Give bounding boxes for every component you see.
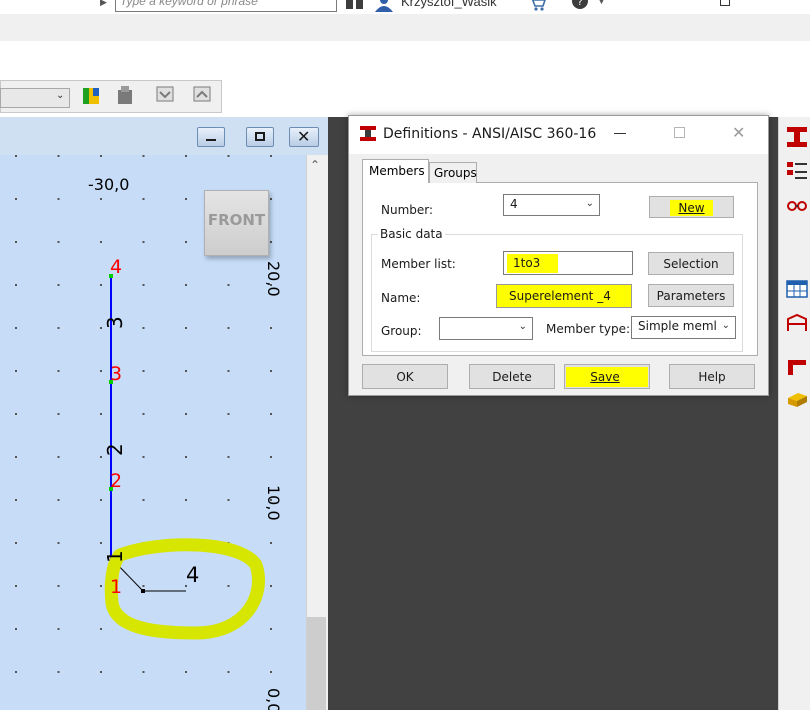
axis-label-right-top: 20,0 — [264, 261, 283, 297]
close-view-button[interactable]: ✕ — [289, 127, 319, 147]
number-label: Number: — [381, 203, 434, 217]
member-list-label: Member list: — [381, 257, 456, 271]
restore-icon[interactable] — [720, 0, 730, 6]
dialog-title: Definitions - ANSI/AISC 360-16 — [383, 126, 597, 142]
view-window-titlebar — [0, 117, 334, 155]
section-list-icon[interactable] — [786, 160, 808, 182]
dialog-maximize-button[interactable] — [674, 127, 685, 138]
member-type-value: Simple meml — [638, 319, 717, 333]
dialog-close-button[interactable]: ✕ — [732, 123, 745, 142]
structure-gray-icon[interactable] — [114, 84, 136, 106]
maximize-button[interactable] — [246, 127, 274, 147]
node-label-2: 2 — [110, 470, 123, 492]
search-expand-icon[interactable]: ▶ — [100, 0, 110, 10]
binoculars-icon[interactable] — [344, 0, 366, 12]
search-input[interactable]: Type a keyword or phrase — [115, 0, 337, 12]
minimize-button[interactable] — [197, 127, 225, 147]
chevron-down-icon: ⌄ — [518, 321, 527, 332]
view-cube[interactable]: FRONT — [204, 190, 269, 256]
save-button[interactable]: Save — [564, 364, 650, 389]
tab-groups[interactable]: Groups — [429, 162, 477, 183]
parameters-button[interactable]: Parameters — [648, 284, 734, 307]
member-label-1: 1 — [103, 550, 127, 563]
name-label: Name: — [381, 291, 421, 305]
number-value: 4 — [510, 197, 518, 211]
user-icon[interactable] — [373, 0, 395, 12]
basic-data-label: Basic data — [378, 227, 445, 241]
node-label-3: 3 — [110, 363, 123, 385]
screen-capture-icon[interactable] — [154, 84, 176, 106]
solid-block-icon[interactable] — [786, 388, 808, 408]
member-label-3: 3 — [103, 316, 127, 329]
ok-button[interactable]: OK — [362, 364, 448, 389]
member-list-input[interactable]: 1to3 — [503, 251, 633, 275]
tab-members[interactable]: Members — [362, 159, 429, 183]
frame-structure-icon[interactable] — [786, 313, 808, 333]
superelement-label: 4 — [186, 563, 200, 587]
glasses-icon[interactable] — [786, 196, 808, 214]
dialog-minimize-button[interactable] — [614, 133, 626, 134]
member-label-2: 2 — [103, 443, 127, 456]
svg-text:?: ? — [577, 0, 582, 8]
screen-export-icon[interactable] — [191, 84, 213, 106]
superelement-marker — [141, 589, 145, 593]
help-icon[interactable]: ? — [570, 0, 590, 12]
axis-label-top: -30,0 — [88, 175, 130, 194]
chevron-down-icon[interactable]: ⌄ — [56, 90, 64, 101]
definitions-app-icon — [360, 126, 376, 141]
view-cube-label: FRONT — [207, 211, 266, 229]
axis-label-right-bottom: 0,0 — [264, 688, 283, 710]
group-select[interactable]: ⌄ — [439, 317, 533, 340]
member-type-label: Member type: — [546, 322, 631, 336]
axis-label-right-mid: 10,0 — [264, 485, 283, 521]
member-type-select[interactable]: Simple meml ⌄ — [631, 316, 736, 339]
i-beam-icon[interactable] — [786, 126, 808, 148]
node-label-1: 1 — [110, 576, 123, 598]
selection-button[interactable]: Selection — [648, 252, 734, 275]
new-button-label: New — [670, 200, 713, 216]
chevron-down-icon: ⌄ — [721, 320, 730, 331]
node-label-4: 4 — [110, 256, 123, 278]
structure-colored-icon[interactable] — [80, 84, 102, 106]
number-select[interactable]: 4 ⌄ — [503, 194, 600, 216]
delete-button[interactable]: Delete — [469, 364, 555, 389]
new-button[interactable]: New — [649, 196, 734, 218]
ribbon-content — [0, 41, 810, 80]
table-icon[interactable] — [786, 279, 808, 299]
help-button[interactable]: Help — [669, 364, 755, 389]
cart-icon[interactable] — [527, 0, 547, 12]
user-name[interactable]: Krzysztof_Wasik — [401, 0, 497, 9]
name-value: Superelement _4 — [509, 289, 611, 303]
help-dropdown-icon[interactable]: ▼ — [598, 0, 605, 6]
group-label: Group: — [381, 324, 422, 338]
cantilever-icon[interactable] — [786, 356, 808, 376]
chevron-down-icon: ⌄ — [585, 198, 594, 209]
viewport-canvas[interactable]: -30,0 20,0 10,0 0,0 4 3 2 1 3 2 1 4 FRON… — [0, 155, 306, 710]
save-button-label: Save — [566, 367, 648, 387]
scroll-up-icon[interactable]: ⌃ — [310, 158, 320, 172]
ribbon-bar — [0, 14, 810, 42]
name-input[interactable]: Superelement _4 — [496, 284, 632, 308]
scrollbar-thumb[interactable] — [307, 617, 326, 710]
member-list-value: 1to3 — [507, 254, 559, 273]
